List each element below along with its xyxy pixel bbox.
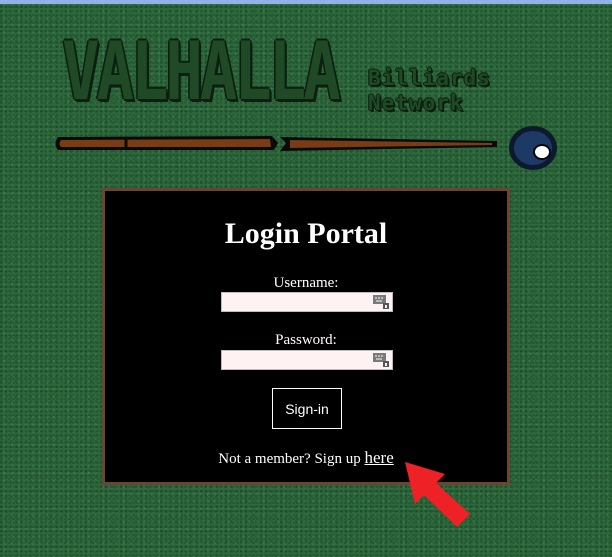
login-panel: Login Portal Username: Password: Sign-in…	[102, 188, 510, 485]
keyboard-icon	[373, 295, 389, 309]
username-input[interactable]	[221, 292, 393, 312]
signup-link[interactable]: here	[364, 448, 393, 467]
billiard-ball-icon	[509, 126, 557, 170]
cue-stick-icon	[55, 136, 497, 151]
logo-title: VALHALLA	[62, 25, 341, 118]
logo-subtitle: Billiards Network	[368, 66, 508, 116]
signup-text: Not a member? Sign up	[218, 451, 361, 467]
logo-subtitle-line1: Billiards	[368, 66, 491, 90]
page-title: Login Portal	[224, 217, 388, 250]
username-label: Username:	[273, 275, 339, 291]
red-arrow-icon	[405, 462, 470, 527]
password-input[interactable]	[221, 350, 393, 370]
password-label: Password:	[275, 332, 337, 348]
logo-subtitle-line2: Network	[368, 91, 464, 115]
keyboard-icon	[373, 353, 389, 367]
top-border	[0, 0, 612, 4]
signin-button[interactable]: Sign-in	[272, 388, 342, 429]
